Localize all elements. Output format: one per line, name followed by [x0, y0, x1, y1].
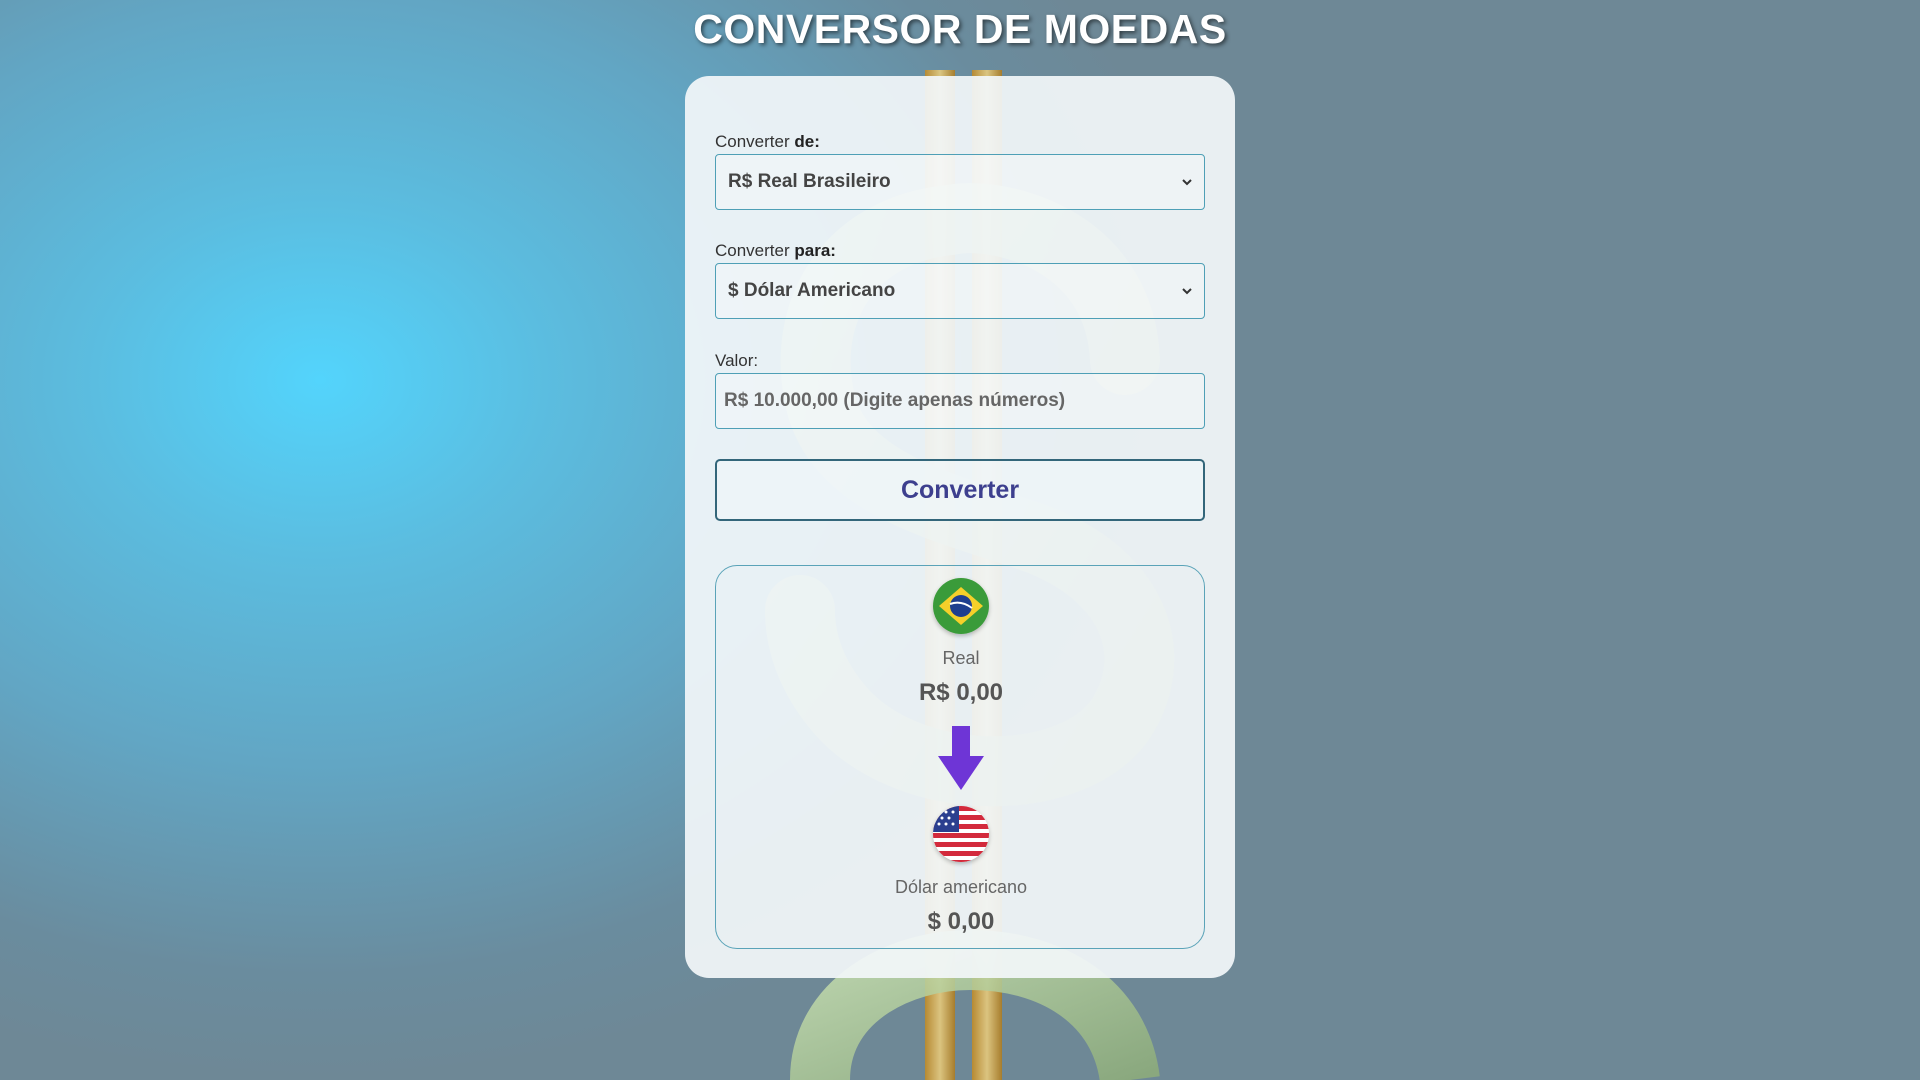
from-label-text: Converter	[715, 132, 795, 151]
to-currency-select[interactable]: $ Dólar Americano	[715, 263, 1205, 319]
to-currency-value: $ 0,00	[927, 908, 995, 935]
chevron-down-icon	[1182, 288, 1192, 295]
to-currency-selected: $ Dólar Americano	[728, 280, 896, 301]
converter-card: Converter de: R$ Real Brasileiro Convert…	[685, 76, 1235, 978]
brazil-flag-icon	[933, 578, 989, 634]
value-input[interactable]	[715, 373, 1205, 429]
usa-flag-icon	[933, 806, 989, 862]
result-panel: Real R$ 0,00 Dólar americano $ 0,00	[715, 565, 1205, 949]
page-title: CONVERSOR DE MOEDAS	[693, 6, 1227, 52]
chevron-down-icon	[1182, 179, 1192, 186]
convert-button[interactable]: Converter	[715, 459, 1205, 521]
from-currency-value: R$ 0,00	[918, 679, 1004, 706]
to-label: Converter para:	[715, 241, 836, 261]
to-label-bold: para:	[794, 241, 836, 260]
from-currency-selected: R$ Real Brasileiro	[728, 171, 891, 192]
to-label-text: Converter	[715, 241, 795, 260]
value-label: Valor:	[715, 351, 759, 370]
arrow-down-icon	[938, 726, 984, 790]
from-currency-name: Real	[942, 648, 980, 668]
from-label: Converter de:	[715, 132, 820, 152]
to-currency-name: Dólar americano	[894, 877, 1028, 897]
from-label-bold: de:	[794, 132, 820, 151]
from-currency-select[interactable]: R$ Real Brasileiro	[715, 154, 1205, 210]
